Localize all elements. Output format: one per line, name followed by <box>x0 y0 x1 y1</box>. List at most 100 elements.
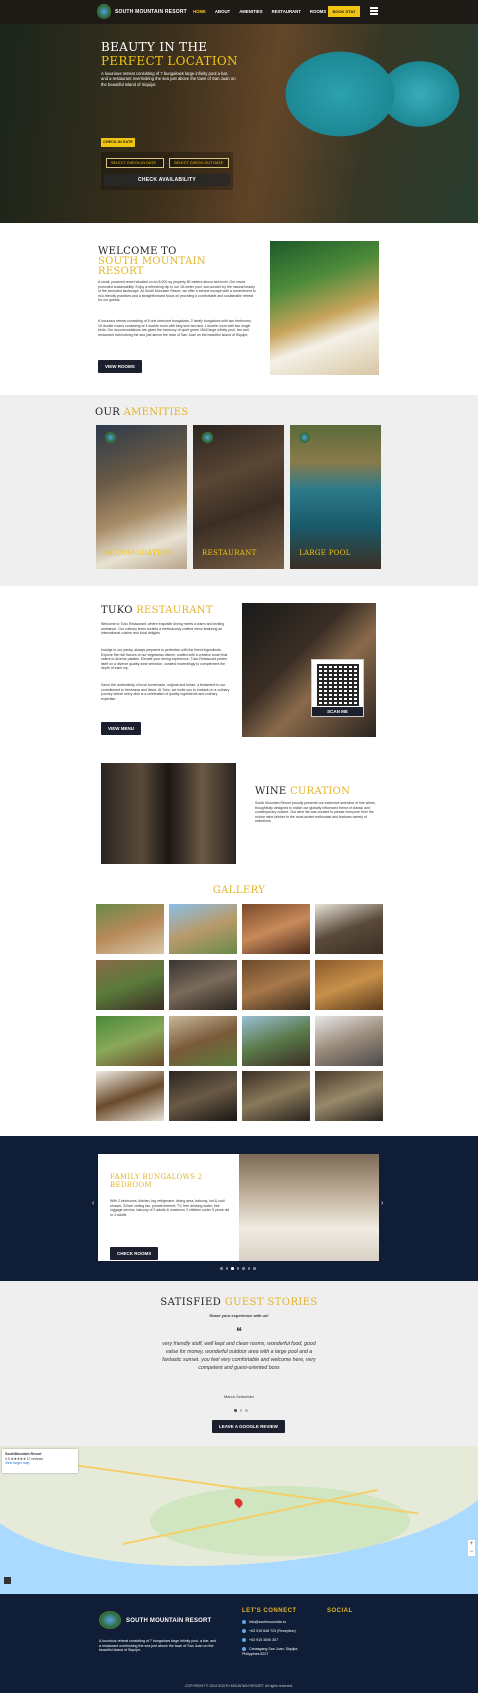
footer-address-text: Canasgang San Juan, Siquijor, Philippine… <box>242 1647 299 1656</box>
view-rooms-button[interactable]: VIEW ROOMS <box>98 360 142 373</box>
slider-dot[interactable] <box>247 1267 250 1270</box>
review-dot[interactable] <box>239 1409 242 1412</box>
copyright: COPYRIGHT © 2024 SOUTH MOUNTAIN RESORT. … <box>184 1684 293 1688</box>
view-menu-button[interactable]: VIEW MENU <box>101 722 142 735</box>
map-zoom-controls: + − <box>468 1540 475 1556</box>
hero-intro-text: A luxurious retreat consisting of 7 bung… <box>101 71 236 87</box>
wine-title-prefix: WINE <box>255 786 287 797</box>
gallery-image[interactable] <box>242 1016 310 1066</box>
qr-code-icon <box>317 664 359 706</box>
book-stay-button[interactable]: BOOK STAY <box>328 6 360 17</box>
footer-phone-2[interactable]: +63 915 3000 307 <box>242 1638 278 1643</box>
gallery-title: GALLERY <box>212 885 266 896</box>
welcome-title-line3: RESORT <box>98 266 144 277</box>
amenity-card-accomodation[interactable]: ACCOMODATION <box>96 425 187 569</box>
checkin-date-input[interactable]: SELECT CHECK-IN DATE <box>106 158 164 168</box>
gallery-image[interactable] <box>169 1071 237 1121</box>
room-slide-image <box>239 1154 379 1261</box>
map-zoom-in-button[interactable]: + <box>468 1540 475 1548</box>
welcome-pool-lounger-image <box>270 241 379 375</box>
slider-prev-icon[interactable]: ‹ <box>92 1200 94 1207</box>
gallery-image[interactable] <box>242 1071 310 1121</box>
welcome-paragraph-2: A luxurious retreat consisting of 5 one … <box>98 319 252 337</box>
gallery-image[interactable] <box>96 1071 164 1121</box>
footer-brand: SOUTH MOUNTAIN RESORT <box>126 1618 212 1624</box>
menu-qr-code[interactable]: SCAN ME <box>311 659 364 717</box>
review-author: Marco Schneider <box>223 1394 255 1399</box>
gallery-image[interactable] <box>315 960 383 1010</box>
map-larger-link[interactable]: View larger map <box>5 1461 75 1466</box>
wine-paragraph: South Mountain Resort proudly presents o… <box>255 801 376 823</box>
map-info-card: SouthMountain Resort 4.9 ★★★★★ 17 review… <box>2 1449 78 1473</box>
phone-icon <box>242 1629 246 1634</box>
review-dot-active[interactable] <box>234 1409 237 1412</box>
gallery-image[interactable] <box>96 1016 164 1066</box>
welcome-paragraph-1: A small, powered resort situated on an 8… <box>98 280 256 303</box>
footer-logo-icon <box>99 1611 121 1629</box>
slider-dot[interactable] <box>236 1267 239 1270</box>
nav-link-restaurant[interactable]: RESTAURANT <box>272 9 301 14</box>
nav-link-amenities[interactable]: AMENITIES <box>239 9 262 14</box>
wine-title: WINE CURATION <box>255 786 350 797</box>
nav-link-about[interactable]: ABOUT <box>215 9 230 14</box>
check-in-badge: CHECK-IN DATE <box>101 138 135 147</box>
wine-section: WINE CURATION South Mountain Resort prou… <box>0 756 478 868</box>
gallery-image[interactable] <box>169 904 237 954</box>
brand-name[interactable]: SOUTH MOUNTAIN RESORT <box>115 9 187 15</box>
top-navbar: SOUTH MOUNTAIN RESORT HOME ABOUT AMENITI… <box>0 0 478 24</box>
slider-dot[interactable] <box>253 1267 256 1270</box>
footer-email-text: info@southmountain.ru <box>249 1620 287 1624</box>
review-dot[interactable] <box>245 1409 248 1412</box>
gallery-image[interactable] <box>169 1016 237 1066</box>
check-availability-button[interactable]: CHECK AVAILABILITY <box>104 174 230 186</box>
welcome-section: WELCOME TO SOUTH MOUNTAIN RESORT A small… <box>0 223 478 395</box>
check-rooms-button[interactable]: CHECK ROOMS <box>110 1247 159 1260</box>
leave-google-review-button[interactable]: LEAVE A GOOGLE REVIEW <box>212 1420 285 1433</box>
gallery-image[interactable] <box>169 960 237 1010</box>
resort-badge-icon <box>105 432 116 443</box>
restaurant-title-prefix: TUKO <box>101 605 133 616</box>
gallery-image[interactable] <box>315 904 383 954</box>
location-map[interactable]: SouthMountain Resort 4.9 ★★★★★ 17 review… <box>0 1446 478 1594</box>
hamburger-menu-icon[interactable] <box>370 7 378 15</box>
location-icon <box>242 1647 246 1652</box>
restaurant-paragraph-1: Welcome to Tuko Restaurant, where exquis… <box>101 622 225 635</box>
slider-dot-active[interactable] <box>231 1267 234 1270</box>
amenity-card-large-pool[interactable]: LARGE POOL <box>290 425 381 569</box>
amenity-card-label: RESTAURANT <box>202 549 257 557</box>
checkout-date-input[interactable]: SELECT CHECK-OUT DATE <box>169 158 229 168</box>
slider-dot[interactable] <box>225 1267 228 1270</box>
reviews-title-prefix: SATISFIED <box>160 1297 222 1308</box>
resort-badge-icon <box>202 432 213 443</box>
amenities-title: OUR AMENITIES <box>95 407 188 418</box>
slider-dot[interactable] <box>242 1267 245 1270</box>
footer-phone-1-text: +63 915 648 723 (Reception) <box>249 1629 296 1633</box>
hero-section: BEAUTY IN THE PERFECT LOCATION A luxurio… <box>0 24 478 223</box>
resort-logo-icon[interactable] <box>97 4 111 19</box>
footer-email[interactable]: info@southmountain.ru <box>242 1620 286 1625</box>
reviews-title-accent: GUEST STORIES <box>224 1297 318 1308</box>
phone-icon <box>242 1638 246 1643</box>
amenities-section: OUR AMENITIES ACCOMODATION RESTAURANT LA… <box>0 395 478 586</box>
email-icon <box>242 1620 246 1625</box>
gallery-image[interactable] <box>242 960 310 1010</box>
room-slide-title: FAMILY BUNGALOWS 2 BEDROOM <box>110 1173 203 1189</box>
gallery-image[interactable] <box>96 960 164 1010</box>
map-fullscreen-icon[interactable] <box>4 1577 11 1584</box>
amenity-card-label: LARGE POOL <box>299 549 351 557</box>
nav-link-home[interactable]: HOME <box>193 9 206 14</box>
gallery-image[interactable] <box>242 904 310 954</box>
reviews-subtitle: Share your experience with us! <box>209 1313 269 1318</box>
amenity-card-restaurant[interactable]: RESTAURANT <box>193 425 284 569</box>
gallery-image[interactable] <box>96 904 164 954</box>
gallery-image[interactable] <box>315 1071 383 1121</box>
footer-phone-1[interactable]: +63 915 648 723 (Reception) <box>242 1629 296 1634</box>
lets-connect-title: LET'S CONNECT <box>242 1608 297 1614</box>
nav-link-rooms[interactable]: ROOMS <box>310 9 326 14</box>
slider-next-icon[interactable]: › <box>381 1200 383 1207</box>
reviews-title: SATISFIED GUEST STORIES <box>0 1297 478 1308</box>
quote-icon: ❝ <box>236 1325 242 1338</box>
slider-dot[interactable] <box>220 1267 223 1270</box>
map-zoom-out-button[interactable]: − <box>468 1548 475 1556</box>
gallery-image[interactable] <box>315 1016 383 1066</box>
